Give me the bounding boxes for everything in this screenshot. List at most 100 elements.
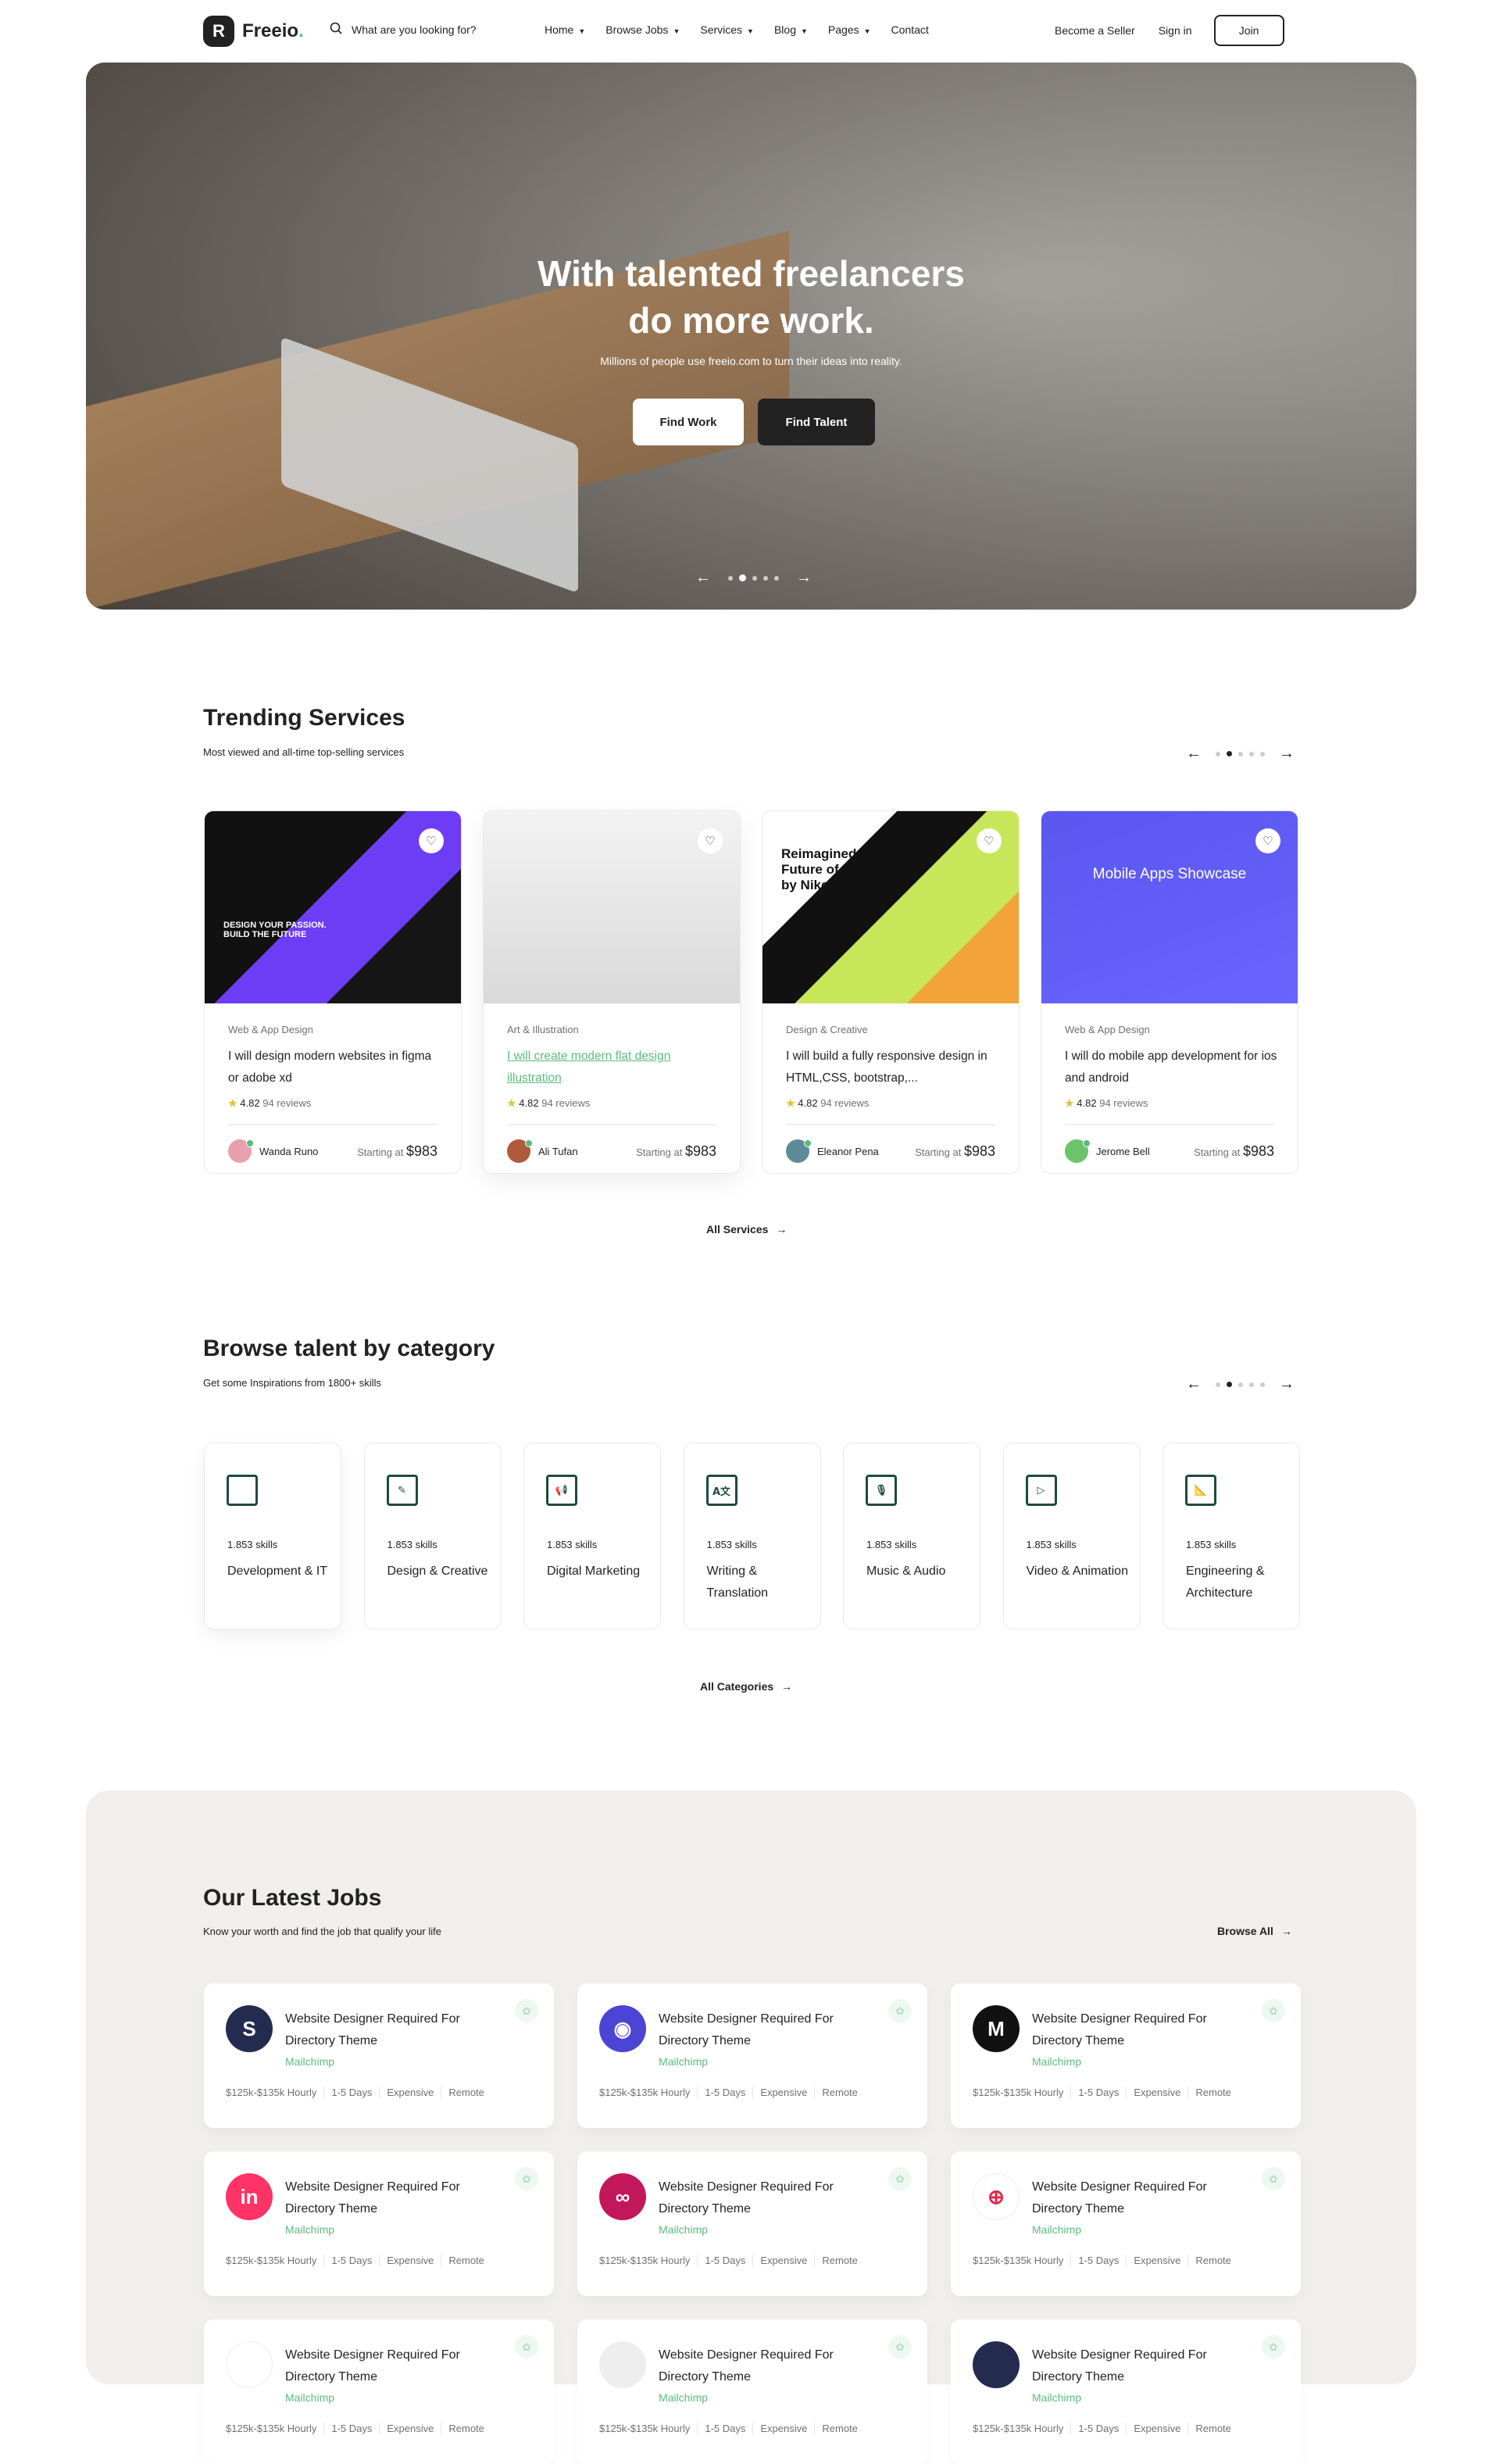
- slider-dot[interactable]: [739, 574, 746, 581]
- service-card[interactable]: Reimagined Future of Motion by Nike. ♡ D…: [762, 810, 1020, 1174]
- search-bar[interactable]: What are you looking for?: [330, 22, 477, 37]
- category-card[interactable]: 📐 1.853 skills Engineering & Architectur…: [1162, 1443, 1300, 1629]
- job-card[interactable]: M Website Designer Required For Director…: [951, 1983, 1301, 2128]
- service-image[interactable]: Reimagined Future of Motion by Nike. ♡: [762, 811, 1019, 1003]
- slider-dot[interactable]: [763, 575, 768, 581]
- bookmark-star-icon[interactable]: ✩: [1262, 2335, 1285, 2359]
- job-title[interactable]: Website Designer Required For Directory …: [285, 2344, 504, 2388]
- job-title[interactable]: Website Designer Required For Directory …: [1032, 2176, 1251, 2220]
- bookmark-star-icon[interactable]: ✩: [1262, 1999, 1285, 2022]
- arrow-left-icon[interactable]: ←: [1186, 1375, 1202, 1393]
- job-pay: $125k-$135k Hourly: [599, 2255, 691, 2266]
- job-card[interactable]: in Website Designer Required For Directo…: [204, 2151, 554, 2296]
- arrow-right-icon[interactable]: →: [1279, 1375, 1295, 1393]
- job-company[interactable]: Mailchimp: [1032, 2055, 1081, 2068]
- job-card[interactable]: Website Designer Required For Directory …: [204, 2319, 554, 2464]
- service-title[interactable]: I will do mobile app development for ios…: [1065, 1046, 1280, 1089]
- job-card[interactable]: Website Designer Required For Directory …: [951, 2319, 1301, 2464]
- star-icon: ★: [1065, 1097, 1074, 1109]
- job-company[interactable]: Mailchimp: [1032, 2223, 1081, 2236]
- all-categories-link[interactable]: All Categories →: [700, 1680, 792, 1693]
- nav-item-contact[interactable]: Contact: [891, 23, 929, 36]
- job-company[interactable]: Mailchimp: [1032, 2391, 1081, 2404]
- job-title[interactable]: Website Designer Required For Directory …: [659, 2008, 877, 2052]
- job-card[interactable]: ∞ Website Designer Required For Director…: [577, 2151, 927, 2296]
- become-seller-link[interactable]: Become a Seller: [1055, 24, 1135, 37]
- heart-icon[interactable]: ♡: [419, 828, 444, 853]
- category-card[interactable]: ✎ 1.853 skills Design & Creative: [363, 1443, 502, 1629]
- category-card[interactable]: A文 1.853 skills Writing & Translation: [683, 1443, 821, 1629]
- job-title[interactable]: Website Designer Required For Directory …: [659, 2344, 877, 2388]
- seller-name[interactable]: Wanda Runo: [259, 1146, 318, 1157]
- service-title[interactable]: I will design modern websites in figma o…: [228, 1046, 443, 1089]
- nav-item-blog[interactable]: Blog ▼: [774, 23, 808, 36]
- nav-item-browse-jobs[interactable]: Browse Jobs ▼: [605, 23, 680, 36]
- job-title[interactable]: Website Designer Required For Directory …: [659, 2176, 877, 2220]
- find-work-button[interactable]: Find Work: [633, 399, 744, 445]
- nav-item-pages[interactable]: Pages ▼: [828, 23, 871, 36]
- service-image[interactable]: DESIGN YOUR PASSION. BUILD THE FUTURE ♡: [205, 811, 461, 1003]
- job-title[interactable]: Website Designer Required For Directory …: [1032, 2008, 1251, 2052]
- category-card[interactable]: ▷ 1.853 skills Video & Animation: [1002, 1443, 1141, 1629]
- service-title[interactable]: I will build a fully responsive design i…: [786, 1046, 1001, 1089]
- job-company[interactable]: Mailchimp: [659, 2223, 708, 2236]
- seller-name[interactable]: Eleanor Pena: [817, 1146, 879, 1157]
- job-pay: $125k-$135k Hourly: [226, 2255, 317, 2266]
- job-title[interactable]: Website Designer Required For Directory …: [285, 2008, 504, 2052]
- browse-all-jobs-link[interactable]: Browse All →: [1217, 1925, 1292, 1937]
- arrow-right-icon[interactable]: →: [1279, 745, 1295, 763]
- job-card[interactable]: ◉ Website Designer Required For Director…: [577, 1983, 927, 2128]
- job-type: Remote: [441, 2087, 491, 2098]
- service-card[interactable]: DESIGN YOUR PASSION. BUILD THE FUTURE ♡ …: [204, 810, 462, 1174]
- job-company[interactable]: Mailchimp: [285, 2391, 334, 2404]
- job-title[interactable]: Website Designer Required For Directory …: [1032, 2344, 1251, 2388]
- arrow-left-icon[interactable]: ←: [1186, 745, 1202, 763]
- job-card[interactable]: S Website Designer Required For Director…: [204, 1983, 554, 2128]
- sign-in-link[interactable]: Sign in: [1159, 24, 1192, 37]
- slider-dot[interactable]: [752, 575, 757, 581]
- category-card[interactable]: 🎙 1.853 skills Music & Audio: [843, 1443, 980, 1629]
- logo[interactable]: R Freeio.: [203, 16, 304, 47]
- heart-icon[interactable]: ♡: [698, 828, 723, 853]
- slider-dot[interactable]: [728, 575, 733, 581]
- service-image[interactable]: Mobile Apps Showcase ♡: [1041, 811, 1298, 1003]
- all-services-link[interactable]: All Services →: [706, 1223, 787, 1236]
- job-title[interactable]: Website Designer Required For Directory …: [285, 2176, 504, 2220]
- service-card[interactable]: Mobile Apps Showcase ♡ Web & App Design …: [1041, 810, 1298, 1174]
- job-card[interactable]: ⊕ Website Designer Required For Director…: [951, 2151, 1301, 2296]
- heart-icon[interactable]: ♡: [977, 828, 1002, 853]
- bookmark-star-icon[interactable]: ✩: [515, 2167, 538, 2190]
- all-services-label: All Services: [706, 1223, 769, 1236]
- bookmark-star-icon[interactable]: ✩: [888, 1999, 912, 2022]
- nav-item-home[interactable]: Home ▼: [545, 23, 585, 36]
- job-level: Expensive: [752, 2255, 814, 2266]
- job-meta: $125k-$135k Hourly 1-5 Days Expensive Remot…: [973, 2255, 1238, 2266]
- arrow-right-icon[interactable]: →: [796, 569, 812, 587]
- job-meta: $125k-$135k Hourly 1-5 Days Expensive Remot…: [973, 2423, 1238, 2434]
- arrow-left-icon[interactable]: ←: [695, 569, 711, 587]
- find-talent-button[interactable]: Find Talent: [758, 399, 875, 445]
- heart-icon[interactable]: ♡: [1255, 828, 1280, 853]
- job-company[interactable]: Mailchimp: [659, 2055, 708, 2068]
- job-card[interactable]: Website Designer Required For Directory …: [577, 2319, 927, 2464]
- service-image[interactable]: ♡: [484, 811, 740, 1003]
- job-company[interactable]: Mailchimp: [659, 2391, 708, 2404]
- bookmark-star-icon[interactable]: ✩: [1262, 2167, 1285, 2190]
- seller-name[interactable]: Jerome Bell: [1096, 1146, 1150, 1157]
- service-title[interactable]: I will create modern flat design illustr…: [507, 1046, 722, 1089]
- job-company[interactable]: Mailchimp: [285, 2223, 334, 2236]
- category-card[interactable]: 📢 1.853 skills Digital Marketing: [523, 1443, 661, 1629]
- seller-name[interactable]: Ali Tufan: [538, 1146, 578, 1157]
- bookmark-star-icon[interactable]: ✩: [888, 2167, 912, 2190]
- slider-dot[interactable]: [774, 575, 779, 581]
- join-button[interactable]: Join: [1213, 15, 1284, 46]
- search-input[interactable]: What are you looking for?: [352, 23, 477, 36]
- bookmark-star-icon[interactable]: ✩: [515, 2335, 538, 2359]
- review-count: 94 reviews: [541, 1097, 591, 1109]
- service-card[interactable]: ♡ Art & Illustration I will create moder…: [483, 810, 741, 1174]
- category-card[interactable]: 1.853 skills Development & IT: [204, 1443, 341, 1629]
- nav-item-services[interactable]: Services ▼: [700, 23, 754, 36]
- bookmark-star-icon[interactable]: ✩: [888, 2335, 912, 2359]
- job-company[interactable]: Mailchimp: [285, 2055, 334, 2068]
- bookmark-star-icon[interactable]: ✩: [515, 1999, 538, 2022]
